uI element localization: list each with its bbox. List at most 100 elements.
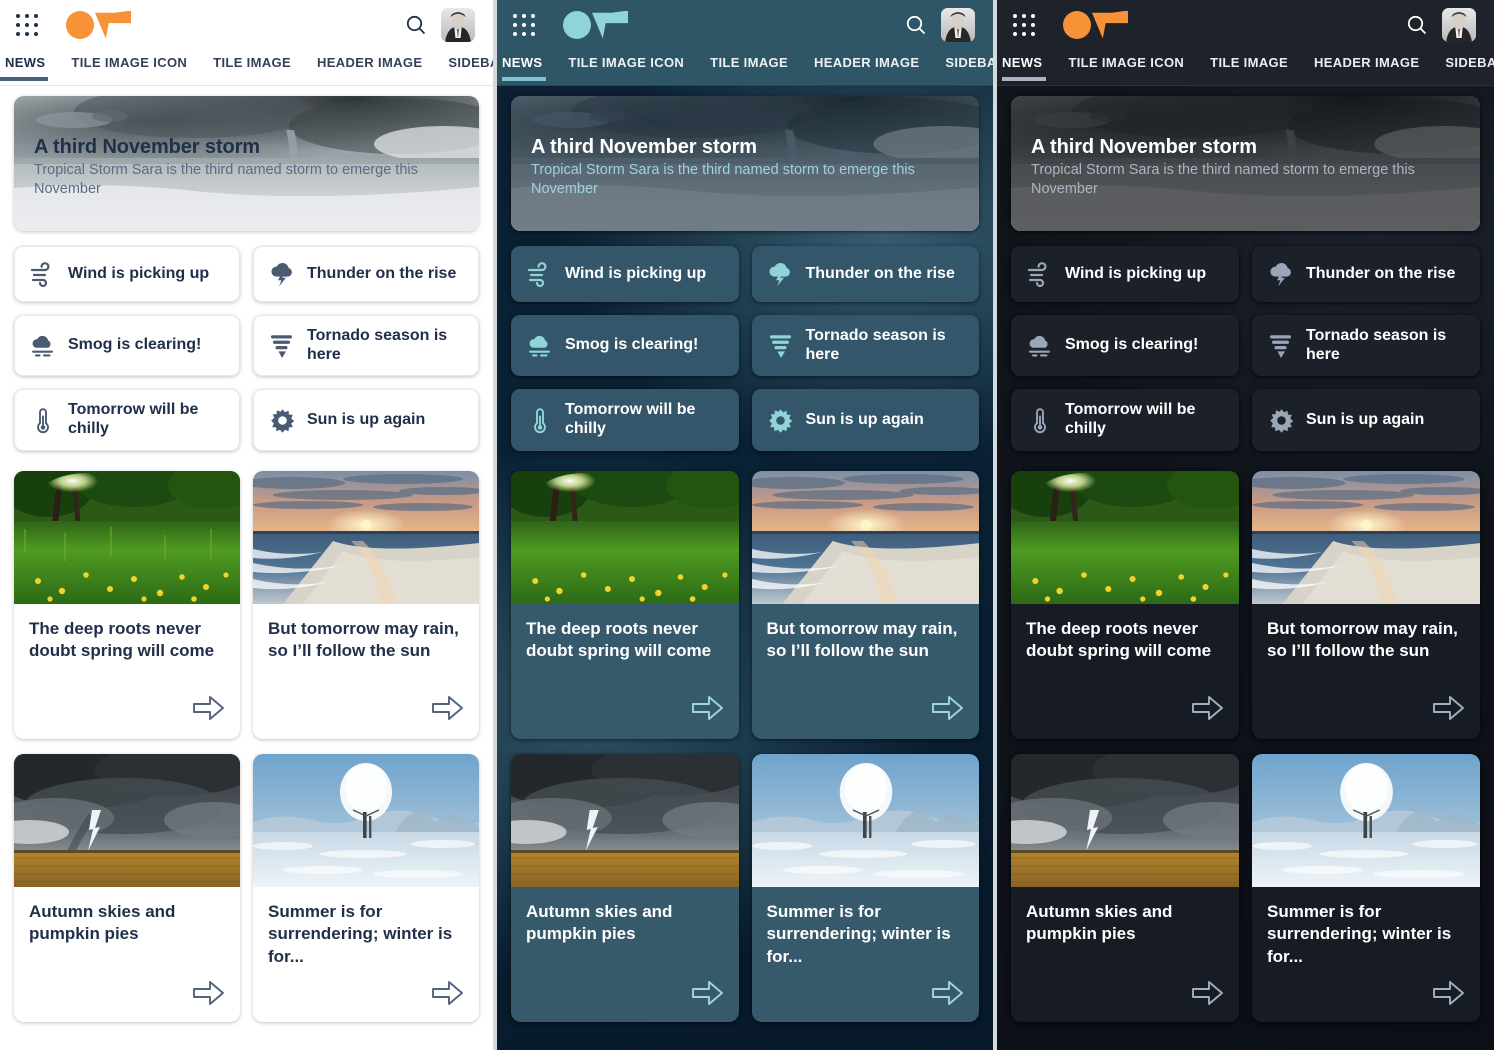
chip-sun[interactable]: Sun is up again [253,389,479,451]
chip-label: Tornado season is here [1306,327,1447,363]
card-image-spring-meadow [511,470,739,604]
news-card[interactable]: Summer is for surrendering; winter is fo… [1252,753,1480,1022]
search-icon[interactable] [903,12,929,38]
card-title: But tomorrow may rain, so I’ll follow th… [268,618,459,661]
search-icon[interactable] [1404,12,1430,38]
card-title: Summer is for surrendering; winter is fo… [268,901,453,967]
arrow-right-icon[interactable] [691,694,725,727]
hero-title: A third November storm [1031,136,1257,158]
card-image-beach-sunset [751,470,979,604]
chip-label: Smog is clearing! [1065,336,1199,354]
hero-card[interactable]: A third November storm Tropical Storm Sa… [14,96,479,231]
thermometer-icon [1026,406,1054,434]
chip-label: Tomorrow will be chilly [565,401,696,438]
panel-body: A third November storm Tropical Storm Sa… [997,86,1494,1022]
news-card-grid: The deep roots never doubt spring will c… [511,470,979,1022]
arrow-right-icon[interactable] [1432,694,1466,727]
tab-header-image[interactable]: HEADER IMAGE [1301,49,1432,80]
arrow-right-icon[interactable] [1191,694,1225,727]
chip-tornado[interactable]: Tornado season is here [751,315,979,377]
grid-apps-icon[interactable] [513,13,543,36]
news-card[interactable]: Summer is for surrendering; winter is fo… [253,753,479,1022]
tab-news[interactable]: NEWS [0,49,58,81]
news-card[interactable]: But tomorrow may rain, so I’ll follow th… [1252,470,1480,739]
chip-smog[interactable]: Smog is clearing! [511,315,739,377]
carbon-logo-icon[interactable] [563,8,631,42]
news-card[interactable]: The deep roots never doubt spring will c… [1011,470,1239,739]
tab-tile-image-icon[interactable]: TILE IMAGE ICON [555,49,697,80]
arrow-right-icon[interactable] [192,694,226,727]
tab-news[interactable]: NEWS [497,49,555,81]
tab-tile-image[interactable]: TILE IMAGE [697,49,801,80]
news-card[interactable]: Autumn skies and pumpkin pies [1011,753,1239,1022]
grid-apps-icon[interactable] [16,13,46,36]
chip-wind[interactable]: Wind is picking up [1011,246,1239,302]
arrow-right-icon[interactable] [192,979,226,1012]
chip-thunder[interactable]: Thunder on the rise [253,246,479,302]
chip-thunder[interactable]: Thunder on the rise [751,246,979,302]
thunderstorm-icon [268,260,296,288]
thermometer-icon [29,406,57,434]
tab-sidebar[interactable]: SIDEBAR [932,49,993,80]
hero-subtitle: Tropical Storm Sara is the third named s… [1031,162,1415,198]
theme-panel-white: NEWS TILE IMAGE ICON TILE IMAGE HEADER I… [0,0,493,1050]
chip-label: Tornado season is here [307,327,448,363]
arrow-right-icon[interactable] [1432,979,1466,1012]
tab-sidebar[interactable]: SIDEBAR [1432,49,1494,80]
chip-chilly[interactable]: Tomorrow will be chilly [14,389,240,451]
tab-sidebar[interactable]: SIDEBAR [435,49,493,80]
news-card[interactable]: Summer is for surrendering; winter is fo… [751,753,979,1022]
weather-chip-grid: Wind is picking up Thunder on the rise S… [14,246,479,451]
chip-sun[interactable]: Sun is up again [751,389,979,451]
card-image-beach-sunset [1252,470,1480,604]
chip-chilly[interactable]: Tomorrow will be chilly [511,389,739,451]
search-icon[interactable] [403,12,429,38]
chip-label: Thunder on the rise [307,264,457,282]
news-card[interactable]: Autumn skies and pumpkin pies [511,753,739,1022]
news-card[interactable]: But tomorrow may rain, so I’ll follow th… [253,470,479,739]
tab-tile-image[interactable]: TILE IMAGE [200,49,304,80]
chip-label: Wind is picking up [1065,264,1207,282]
arrow-right-icon[interactable] [931,694,965,727]
chip-thunder[interactable]: Thunder on the rise [1252,246,1480,302]
card-title: Autumn skies and pumpkin pies [1026,901,1173,944]
news-card[interactable]: The deep roots never doubt spring will c… [511,470,739,739]
chip-sun[interactable]: Sun is up again [1252,389,1480,451]
user-avatar[interactable] [1442,7,1476,42]
tab-news[interactable]: NEWS [997,49,1055,81]
grid-apps-icon[interactable] [1013,13,1043,36]
chip-label: Sun is up again [805,410,924,428]
arrow-right-icon[interactable] [431,979,465,1012]
tab-tile-image-icon[interactable]: TILE IMAGE ICON [1055,49,1197,80]
arrow-right-icon[interactable] [691,979,725,1012]
arrow-right-icon[interactable] [931,979,965,1012]
user-avatar[interactable] [941,7,975,42]
chip-smog[interactable]: Smog is clearing! [14,315,240,377]
chip-smog[interactable]: Smog is clearing! [1011,315,1239,377]
chip-chilly[interactable]: Tomorrow will be chilly [1011,389,1239,451]
chip-label: Sun is up again [307,410,426,428]
user-avatar[interactable] [441,7,475,42]
card-title: The deep roots never doubt spring will c… [29,618,215,661]
news-card[interactable]: But tomorrow may rain, so I’ll follow th… [751,470,979,739]
tab-tile-image[interactable]: TILE IMAGE [1197,49,1301,80]
chip-tornado[interactable]: Tornado season is here [253,315,479,377]
news-card[interactable]: Autumn skies and pumpkin pies [14,753,240,1022]
wind-icon [29,260,57,288]
card-title: Summer is for surrendering; winter is fo… [766,901,951,967]
tab-header-image[interactable]: HEADER IMAGE [801,49,932,80]
carbon-logo-icon[interactable] [66,8,134,42]
hero-card[interactable]: A third November storm Tropical Storm Sa… [1011,96,1480,231]
chip-wind[interactable]: Wind is picking up [511,246,739,302]
tab-tile-image-icon[interactable]: TILE IMAGE ICON [58,49,200,80]
news-card[interactable]: The deep roots never doubt spring will c… [14,470,240,739]
tab-header-image[interactable]: HEADER IMAGE [304,49,435,80]
arrow-right-icon[interactable] [1191,979,1225,1012]
arrow-right-icon[interactable] [431,694,465,727]
carbon-logo-icon[interactable] [1063,8,1131,42]
smog-icon [526,332,554,360]
chip-tornado[interactable]: Tornado season is here [1252,315,1480,377]
hero-card[interactable]: A third November storm Tropical Storm Sa… [511,96,979,231]
sun-icon [1267,406,1295,434]
chip-wind[interactable]: Wind is picking up [14,246,240,302]
